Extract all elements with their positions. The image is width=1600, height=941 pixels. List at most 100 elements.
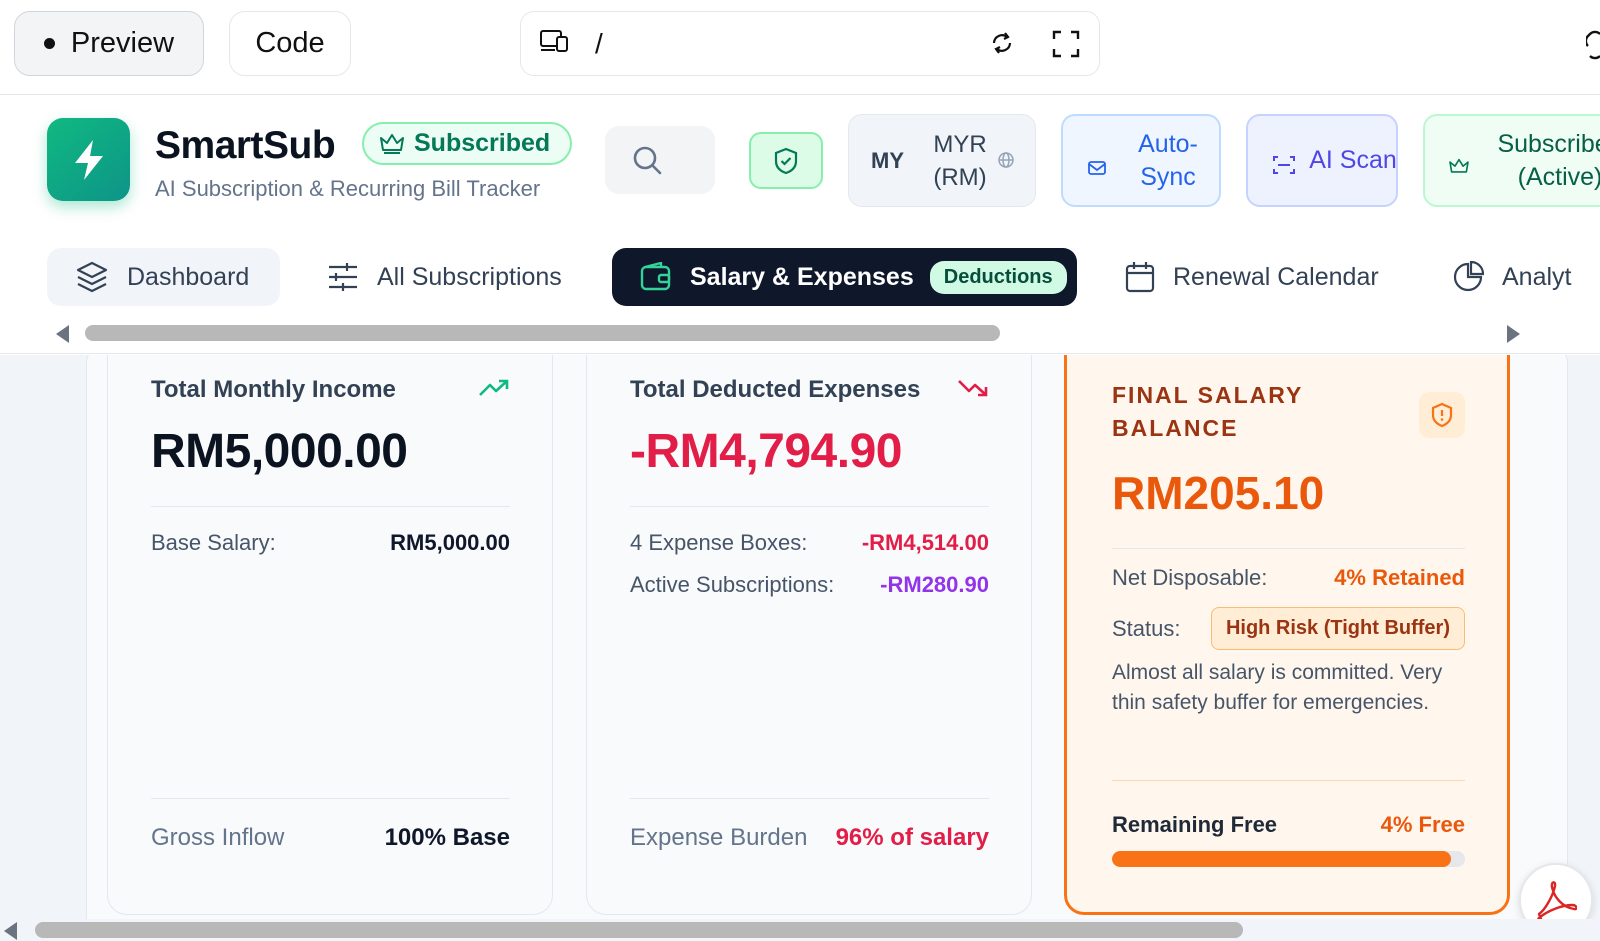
net-disposable-row: Net Disposable: 4% Retained bbox=[1112, 565, 1465, 591]
subscribed-badge-label: Subscribed bbox=[414, 129, 551, 157]
remaining-progress-bar bbox=[1112, 851, 1465, 867]
income-footer: Gross Inflow 100% Base bbox=[151, 824, 510, 852]
expense-row: 4 Expense Boxes: -RM4,514.00 bbox=[630, 530, 989, 556]
expense-boxes-value: -RM4,514.00 bbox=[861, 530, 989, 555]
mail-icon bbox=[1087, 152, 1107, 185]
tab-renewal-calendar-label: Renewal Calendar bbox=[1173, 262, 1379, 291]
trending-down-icon bbox=[957, 378, 989, 403]
nav-scrollbar[interactable] bbox=[50, 322, 1550, 344]
tab-dashboard[interactable]: Dashboard bbox=[47, 248, 280, 306]
ai-scan-button[interactable]: AI Scan bbox=[1246, 114, 1398, 207]
net-disposable-value: 4% Retained bbox=[1334, 565, 1465, 590]
deductions-badge: Deductions bbox=[929, 260, 1067, 294]
status-row: Status: High Risk (Tight Buffer) bbox=[1112, 607, 1465, 650]
expense-burden-label: Expense Burden bbox=[630, 824, 808, 851]
code-label: Code bbox=[255, 27, 325, 59]
app-logo[interactable] bbox=[47, 118, 130, 201]
main-content: Total Monthly Income RM5,000.00 Base Sal… bbox=[0, 355, 1600, 941]
pdf-icon bbox=[1536, 881, 1577, 920]
shield-check-icon bbox=[774, 147, 798, 174]
preview-button[interactable]: Preview bbox=[14, 11, 204, 76]
tab-salary-expenses[interactable]: Salary & Expenses Deductions bbox=[612, 248, 1077, 306]
trending-up-icon bbox=[478, 378, 510, 403]
risk-status-badge: High Risk (Tight Buffer) bbox=[1210, 607, 1465, 650]
url-bar[interactable]: / bbox=[520, 11, 1100, 76]
scan-icon bbox=[1272, 152, 1296, 185]
device-toggle-icon[interactable] bbox=[539, 27, 571, 60]
page-scrollbar[interactable] bbox=[0, 919, 1600, 941]
sliders-icon bbox=[327, 262, 359, 292]
search-icon bbox=[633, 146, 662, 175]
remaining-free-label: Remaining Free bbox=[1112, 812, 1278, 837]
tab-renewal-calendar[interactable]: Renewal Calendar bbox=[1125, 248, 1379, 306]
auto-sync-button[interactable]: Auto-Sync bbox=[1061, 114, 1221, 207]
security-button[interactable] bbox=[749, 132, 823, 189]
link-icon[interactable] bbox=[1584, 28, 1600, 67]
main-nav: Dashboard All Subscriptions Salary & Exp… bbox=[0, 224, 1600, 354]
ai-scan-label: AI Scan bbox=[1309, 146, 1397, 174]
active-dot-icon bbox=[43, 38, 55, 49]
expense-burden-value: 96% of salary bbox=[835, 824, 989, 851]
expense-card-title: Total Deducted Expenses bbox=[630, 376, 921, 403]
tab-all-subscriptions[interactable]: All Subscriptions bbox=[327, 248, 562, 306]
url-path: / bbox=[595, 27, 603, 59]
income-divider bbox=[151, 506, 510, 507]
base-salary-label: Base Salary: bbox=[151, 530, 276, 555]
crown-icon bbox=[1449, 152, 1469, 185]
balance-description: Almost all salary is committed. Very thi… bbox=[1112, 661, 1443, 714]
subscription-status-label: Subscribed (Active) bbox=[1497, 129, 1600, 191]
remaining-free-value: 4% Free bbox=[1380, 812, 1465, 837]
code-button[interactable]: Code bbox=[229, 11, 351, 76]
net-disposable-label: Net Disposable: bbox=[1112, 565, 1268, 590]
tab-dashboard-label: Dashboard bbox=[127, 262, 250, 291]
currency-selector[interactable]: MY MYR (RM) bbox=[848, 114, 1036, 207]
scroll-left-arrow-icon[interactable] bbox=[56, 325, 69, 343]
shield-alert-icon bbox=[1419, 392, 1465, 438]
brand-name: SmartSub bbox=[155, 124, 336, 167]
gross-inflow-label: Gross Inflow bbox=[151, 824, 285, 851]
tagline: AI Subscription & Recurring Bill Tracker bbox=[155, 176, 541, 201]
wallet-icon bbox=[640, 262, 672, 292]
expense-amount: -RM4,794.90 bbox=[630, 425, 902, 478]
fullscreen-icon[interactable] bbox=[1051, 29, 1081, 64]
expense-boxes-label: 4 Expense Boxes: bbox=[630, 530, 808, 555]
remaining-progress-fill bbox=[1112, 851, 1451, 867]
subscription-status-button[interactable]: Subscribed (Active) bbox=[1423, 114, 1600, 207]
income-footer-divider bbox=[151, 798, 510, 799]
base-salary-value: RM5,000.00 bbox=[390, 530, 510, 555]
lightning-icon bbox=[74, 139, 103, 180]
income-card-title: Total Monthly Income bbox=[151, 376, 396, 403]
page-scrollbar-thumb[interactable] bbox=[35, 922, 1243, 938]
active-subscriptions-label: Active Subscriptions: bbox=[630, 572, 835, 597]
expense-card: Total Deducted Expenses -RM4,794.90 4 Ex… bbox=[586, 355, 1032, 915]
scroll-right-arrow-icon[interactable] bbox=[1507, 325, 1520, 343]
status-label: Status: bbox=[1112, 615, 1181, 641]
tab-all-subscriptions-label: All Subscriptions bbox=[377, 262, 562, 291]
tab-analytics[interactable]: Analyt bbox=[1452, 248, 1571, 306]
expense-footer-divider bbox=[630, 798, 989, 799]
expense-divider bbox=[630, 506, 989, 507]
final-balance-title: FINAL SALARY BALANCE bbox=[1112, 382, 1303, 441]
refresh-icon[interactable] bbox=[988, 29, 1016, 62]
income-amount: RM5,000.00 bbox=[151, 425, 408, 478]
search-button[interactable] bbox=[605, 126, 715, 194]
layers-icon bbox=[75, 260, 109, 294]
auto-sync-label: Auto-Sync bbox=[1138, 129, 1198, 191]
remaining-free-row: Remaining Free 4% Free bbox=[1112, 812, 1465, 838]
expense-footer: Expense Burden 96% of salary bbox=[630, 824, 989, 852]
balance-divider bbox=[1112, 548, 1465, 549]
currency-label: MYR (RM) bbox=[933, 130, 987, 191]
final-balance-amount: RM205.10 bbox=[1112, 467, 1325, 519]
final-balance-card: FINAL SALARY BALANCE RM205.10 Net Dispos… bbox=[1064, 355, 1510, 915]
tab-salary-expenses-label: Salary & Expenses bbox=[690, 262, 914, 291]
page-scroll-left-arrow-icon[interactable] bbox=[4, 922, 17, 940]
nav-scrollbar-thumb[interactable] bbox=[85, 325, 1000, 341]
calendar-icon bbox=[1125, 261, 1155, 293]
app-header: SmartSub Subscribed AI Subscription & Re… bbox=[0, 96, 1600, 224]
pie-chart-icon bbox=[1452, 261, 1484, 293]
remaining-divider bbox=[1112, 780, 1465, 781]
expense-row: Active Subscriptions: -RM280.90 bbox=[630, 572, 989, 598]
preview-toolbar: Preview Code / bbox=[0, 0, 1600, 95]
globe-icon bbox=[997, 151, 1015, 174]
subscribed-badge: Subscribed bbox=[362, 122, 573, 165]
